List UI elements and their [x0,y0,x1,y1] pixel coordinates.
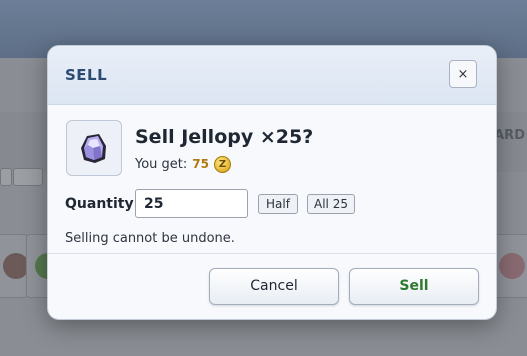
background-chip [13,168,43,186]
half-button[interactable]: Half [258,194,298,214]
price-value: 75 [192,157,209,171]
warning-text: Selling cannot be undone. [65,231,235,246]
sell-dialog: SELL × Sell Jellopy ×25? You get: 75 Z Q… [47,45,497,320]
background-item-slot [0,234,29,298]
sell-button[interactable]: Sell [349,268,479,305]
item-title: Sell Jellopy ×25? [135,126,314,148]
all-button[interactable]: All 25 [307,194,355,214]
close-icon: × [457,67,469,82]
quantity-label: Quantity [65,196,134,212]
close-button[interactable]: × [449,60,477,88]
background-label: ARD [494,128,525,143]
you-get-label: You get: [135,156,188,172]
quantity-input[interactable] [135,189,248,218]
zeny-coin-icon: Z [213,155,231,173]
item-icon-frame [66,120,122,176]
dialog-header: SELL × [48,46,496,105]
footer-divider [48,253,496,254]
cancel-button[interactable]: Cancel [209,268,339,305]
you-get-row: You get: 75 Z [135,154,231,174]
background-chip [0,168,12,186]
dialog-title: SELL [65,66,108,84]
jellopy-item-icon [81,134,106,163]
